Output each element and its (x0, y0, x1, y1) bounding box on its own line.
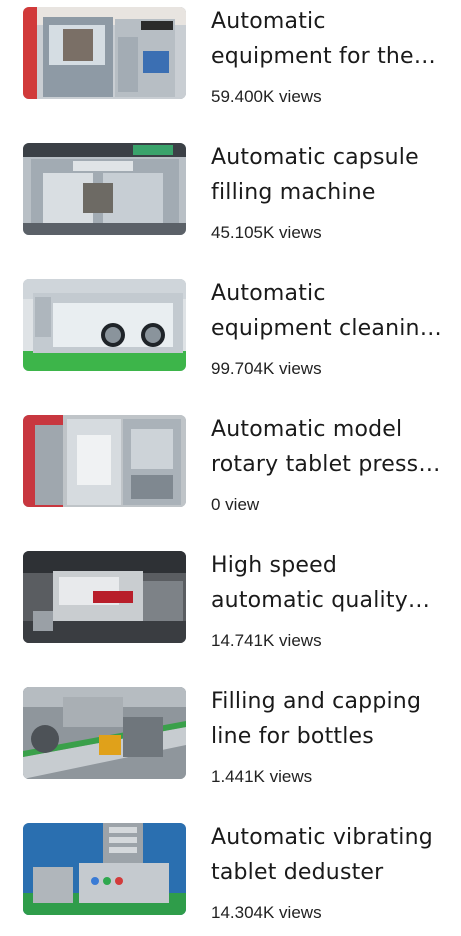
video-thumbnail[interactable] (23, 687, 186, 779)
video-list: Automatic equipment for the production o… (0, 0, 461, 927)
video-list-item[interactable]: Automatic equipment for the production o… (0, 0, 461, 120)
inspection-machine-thumbnail (23, 551, 186, 643)
filling-capping-line-thumbnail (23, 687, 186, 779)
video-list-item[interactable]: Automatic vibrating tablet deduster 14.3… (0, 816, 461, 936)
video-title[interactable]: Filling and capping line for bottles (211, 684, 443, 754)
video-view-count: 14.741K views (211, 631, 322, 650)
video-title[interactable]: Automatic vibrating tablet deduster (211, 820, 443, 890)
video-thumbnail[interactable] (23, 415, 186, 507)
video-list-item[interactable]: Automatic capsule filling machine 45.105… (0, 136, 461, 256)
tablet-deduster-thumbnail (23, 823, 186, 915)
capsule-machine-exhibition-thumbnail (23, 143, 186, 235)
video-title[interactable]: Automatic capsule filling machine (211, 140, 443, 210)
video-list-item[interactable]: Automatic equipment cleaning isolator 99… (0, 272, 461, 392)
video-view-count: 0 view (211, 495, 260, 514)
video-title[interactable]: Automatic equipment for the production o… (211, 4, 443, 74)
glovebox-isolator-thumbnail (23, 279, 186, 371)
video-list-item[interactable]: Automatic model rotary tablet press mach… (0, 408, 461, 528)
video-thumbnail[interactable] (23, 551, 186, 643)
video-list-item[interactable]: Filling and capping line for bottles 1.4… (0, 680, 461, 800)
video-view-count: 59.400K views (211, 87, 322, 106)
rotary-tablet-press-thumbnail (23, 415, 186, 507)
video-view-count: 14.304K views (211, 903, 322, 922)
video-title[interactable]: Automatic model rotary tablet press mach… (211, 412, 443, 482)
video-view-count: 45.105K views (211, 223, 322, 242)
video-view-count: 99.704K views (211, 359, 322, 378)
video-thumbnail[interactable] (23, 823, 186, 915)
video-list-item[interactable]: High speed automatic quality inspection … (0, 544, 461, 664)
capsule-filling-machine-thumbnail (23, 7, 186, 99)
video-thumbnail[interactable] (23, 143, 186, 235)
video-view-count: 1.441K views (211, 767, 313, 786)
video-thumbnail[interactable] (23, 279, 186, 371)
video-title[interactable]: Automatic equipment cleaning isolator (211, 276, 443, 346)
video-title[interactable]: High speed automatic quality inspection (211, 548, 443, 618)
video-thumbnail[interactable] (23, 7, 186, 99)
